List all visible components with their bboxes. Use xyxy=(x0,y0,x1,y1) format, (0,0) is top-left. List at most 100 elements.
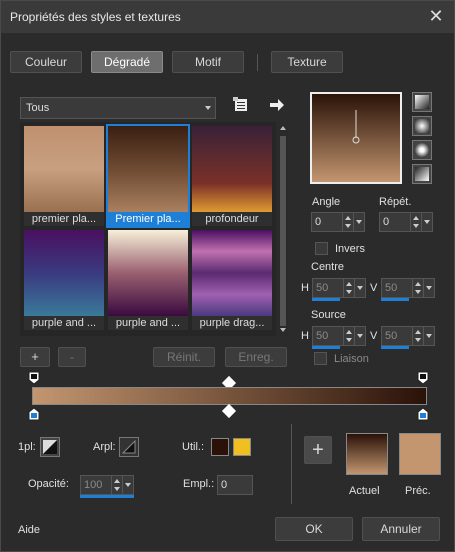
location-field[interactable]: 0 xyxy=(217,475,253,495)
arrow-right-icon[interactable] xyxy=(269,97,285,113)
angle-spin-icon[interactable] xyxy=(342,213,352,231)
center-v-spin-icon[interactable] xyxy=(412,279,422,297)
fg-label: 1pl: xyxy=(18,441,36,453)
tab-texture[interactable]: Texture xyxy=(271,51,343,73)
invert-checkbox[interactable] xyxy=(315,242,328,255)
ok-button[interactable]: OK xyxy=(275,517,353,541)
repeat-spin-icon[interactable] xyxy=(410,213,420,231)
gradient-thumb-purple-2[interactable]: purple and ... xyxy=(108,230,188,330)
color-stop-bottom-left-icon[interactable] xyxy=(28,407,40,421)
bg-style-button[interactable] xyxy=(119,437,139,457)
library-icon[interactable] xyxy=(233,97,249,113)
gradient-thumb-premier-1[interactable]: premier pla... xyxy=(24,126,104,226)
use-label: Util.: xyxy=(182,441,204,453)
color-stop-top-left-icon[interactable] xyxy=(28,371,40,385)
center-v-dropdown-icon[interactable] xyxy=(423,279,434,297)
link-label: Liaison xyxy=(334,353,369,365)
previous-swatch[interactable] xyxy=(399,433,441,475)
tab-couleur[interactable]: Couleur xyxy=(10,51,82,73)
tab-degrade[interactable]: Dégradé xyxy=(91,51,163,73)
remove-gradient-button[interactable]: - xyxy=(58,347,86,367)
save-button[interactable]: Enreg. xyxy=(225,347,287,367)
reset-button[interactable]: Réinit. xyxy=(153,347,215,367)
gradient-preview-large[interactable] xyxy=(310,92,402,184)
center-h-value: 50 xyxy=(316,282,329,294)
color-stop-top-right-icon[interactable] xyxy=(417,371,429,385)
section-divider xyxy=(291,424,292,504)
center-v-stepper[interactable]: 50 xyxy=(381,278,435,298)
scroll-up-icon[interactable] xyxy=(279,124,287,132)
color-stop-bottom-right-icon[interactable] xyxy=(417,407,429,421)
angle-stepper[interactable]: 0 xyxy=(311,212,365,232)
center-v-label: V xyxy=(370,282,378,294)
link-checkbox[interactable] xyxy=(314,352,327,365)
center-v-track xyxy=(381,298,409,301)
source-h-dropdown-icon[interactable] xyxy=(354,327,365,345)
scrollbar-thumb[interactable] xyxy=(280,136,286,326)
gradient-label: purple and ... xyxy=(24,316,104,330)
gradient-preview xyxy=(108,230,188,316)
invert-label: Invers xyxy=(335,243,365,255)
add-gradient-button[interactable]: + xyxy=(20,347,50,367)
cancel-button[interactable]: Annuler xyxy=(362,517,440,541)
rectangular-gradient-icon xyxy=(415,119,429,133)
rectangular-style-button[interactable] xyxy=(412,116,432,136)
source-h-spin-icon[interactable] xyxy=(343,327,353,345)
bg-label: Arpl: xyxy=(93,441,116,453)
gradient-thumb-profondeur[interactable]: profondeur xyxy=(192,126,272,226)
source-h-track xyxy=(312,346,340,349)
gallery-scrollbar[interactable] xyxy=(278,122,288,336)
repeat-dropdown-icon[interactable] xyxy=(421,213,432,231)
opacity-track xyxy=(80,495,134,498)
tab-motif[interactable]: Motif xyxy=(172,51,244,73)
previous-label: Préc. xyxy=(405,485,431,497)
gradient-thumb-purple-drag[interactable]: purple drag... xyxy=(192,230,272,330)
source-v-stepper[interactable]: 50 xyxy=(381,326,435,346)
gradient-preview xyxy=(24,126,104,212)
center-h-spin-icon[interactable] xyxy=(343,279,353,297)
opacity-stepper[interactable]: 100 xyxy=(80,475,134,495)
center-v-value: 50 xyxy=(385,282,398,294)
source-v-dropdown-icon[interactable] xyxy=(423,327,434,345)
center-h-dropdown-icon[interactable] xyxy=(354,279,365,297)
center-h-track xyxy=(312,298,340,301)
use-color-swatch-2[interactable] xyxy=(233,438,251,456)
angle-dropdown-icon[interactable] xyxy=(353,213,364,231)
angle-label: Angle xyxy=(312,196,341,208)
sunburst-gradient-icon xyxy=(415,143,429,157)
radial-style-button[interactable] xyxy=(412,164,432,184)
scroll-down-icon[interactable] xyxy=(279,326,287,334)
color-midpoint-marker[interactable] xyxy=(221,403,237,419)
help-link[interactable]: Aide xyxy=(18,524,40,536)
add-to-swatches-button[interactable]: + xyxy=(304,436,332,464)
opacity-label: Opacité: xyxy=(28,478,69,490)
angle-handle-icon[interactable] xyxy=(350,110,362,146)
window-title: Propriétés des styles et textures xyxy=(10,10,181,24)
linear-style-button[interactable] xyxy=(412,92,432,112)
center-h-stepper[interactable]: 50 xyxy=(312,278,366,298)
opacity-dropdown-icon[interactable] xyxy=(122,476,133,494)
repeat-stepper[interactable]: 0 xyxy=(379,212,433,232)
source-h-value: 50 xyxy=(316,330,329,342)
opacity-spin-icon[interactable] xyxy=(111,476,121,494)
radial-gradient-icon xyxy=(415,167,429,181)
source-h-label: H xyxy=(301,330,309,342)
current-swatch[interactable] xyxy=(346,433,388,475)
sunburst-style-button[interactable] xyxy=(412,140,432,160)
gradient-editor-bar[interactable] xyxy=(32,387,427,405)
gradient-thumb-purple-1[interactable]: purple and ... xyxy=(24,230,104,330)
close-icon[interactable]: ✕ xyxy=(424,5,448,29)
repeat-value: 0 xyxy=(383,216,390,228)
source-h-stepper[interactable]: 50 xyxy=(312,326,366,346)
gradient-thumb-premier-2[interactable]: Premier pla... xyxy=(106,124,190,228)
source-v-spin-icon[interactable] xyxy=(412,327,422,345)
category-dropdown[interactable]: Tous xyxy=(20,97,216,119)
center-label: Centre xyxy=(311,261,345,273)
dialog-window: Propriétés des styles et textures ✕ Coul… xyxy=(0,0,455,552)
tab-separator xyxy=(257,54,258,71)
gradient-preview xyxy=(24,230,104,316)
source-v-value: 50 xyxy=(385,330,398,342)
use-color-swatch-1[interactable] xyxy=(211,438,229,456)
gradient-label: purple and ... xyxy=(108,316,188,330)
fg-style-button[interactable] xyxy=(40,437,60,457)
